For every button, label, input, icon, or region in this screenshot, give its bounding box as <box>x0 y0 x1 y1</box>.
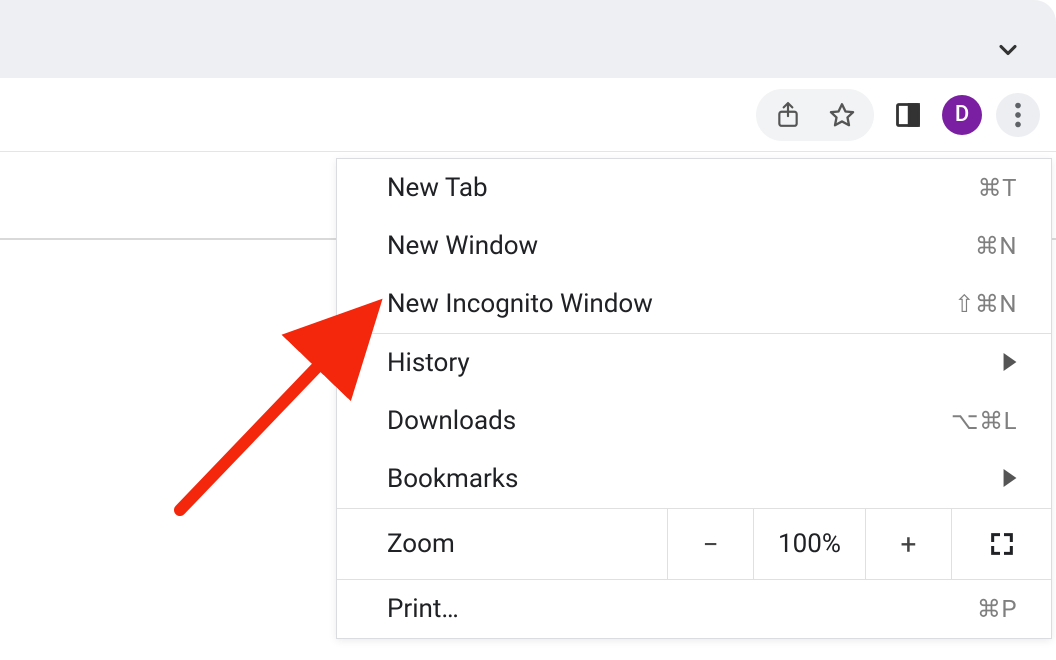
omnibox-actions <box>756 89 874 141</box>
menu-shortcut: ⌘P <box>977 595 1017 623</box>
menu-item-new-incognito[interactable]: New Incognito Window ⇧⌘N <box>337 275 1051 333</box>
fullscreen-button[interactable] <box>951 509 1051 579</box>
menu-label: New Window <box>387 231 538 261</box>
menu-label: Downloads <box>387 406 516 436</box>
menu-item-new-tab[interactable]: New Tab ⌘T <box>337 159 1051 217</box>
zoom-value: 100% <box>753 509 865 579</box>
menu-item-new-window[interactable]: New Window ⌘N <box>337 217 1051 275</box>
menu-item-downloads[interactable]: Downloads ⌥⌘L <box>337 392 1051 450</box>
submenu-arrow-icon <box>1003 348 1017 378</box>
chrome-menu: New Tab ⌘T New Window ⌘N New Incognito W… <box>336 158 1052 639</box>
submenu-arrow-icon <box>1003 464 1017 494</box>
menu-label: Print… <box>387 594 459 624</box>
menu-shortcut: ⇧⌘N <box>954 290 1017 318</box>
tab-search-chevron-icon[interactable] <box>994 36 1022 68</box>
menu-shortcut: ⌘N <box>975 232 1017 260</box>
menu-label: History <box>387 348 470 378</box>
profile-avatar[interactable]: D <box>942 95 982 135</box>
side-panel-icon[interactable] <box>888 95 928 135</box>
bookmark-star-icon[interactable] <box>828 101 856 129</box>
menu-label: Bookmarks <box>387 464 518 494</box>
zoom-label: Zoom <box>337 509 667 579</box>
menu-label: New Tab <box>387 173 488 203</box>
zoom-in-button[interactable]: + <box>865 509 951 579</box>
menu-item-print[interactable]: Print… ⌘P <box>337 580 1051 638</box>
toolbar: D <box>0 78 1056 152</box>
avatar-initial: D <box>955 102 969 127</box>
menu-shortcut: ⌘T <box>978 174 1017 202</box>
menu-item-bookmarks[interactable]: Bookmarks <box>337 450 1051 508</box>
menu-item-history[interactable]: History <box>337 334 1051 392</box>
more-menu-button[interactable] <box>996 93 1040 137</box>
menu-zoom-row: Zoom − 100% + <box>337 508 1051 580</box>
menu-shortcut: ⌥⌘L <box>951 407 1017 435</box>
zoom-out-button[interactable]: − <box>667 509 753 579</box>
tab-strip <box>0 0 1056 78</box>
menu-label: New Incognito Window <box>387 289 653 319</box>
share-icon[interactable] <box>774 101 802 129</box>
